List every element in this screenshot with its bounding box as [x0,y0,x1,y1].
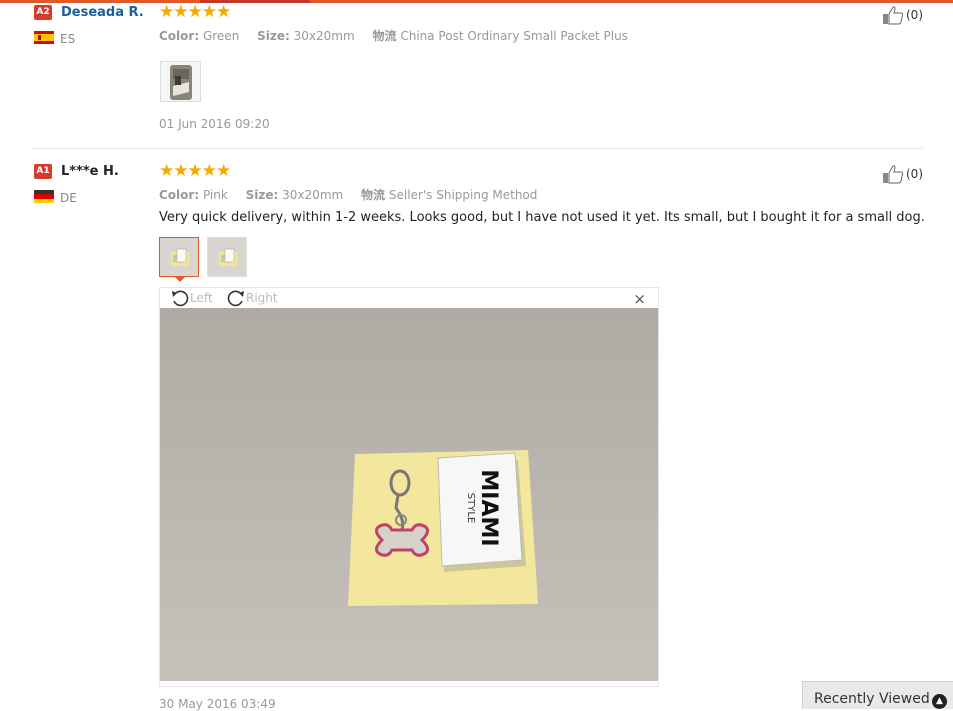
shipping-label: 物流 [361,188,386,202]
shipping-label: 物流 [372,29,397,43]
helpful-vote[interactable]: (0) [882,164,923,184]
close-viewer-button[interactable]: × [633,290,646,308]
product-photo: MIAMI STYLE [160,308,658,681]
top-accent-line [0,0,953,3]
size-label: Size: [245,188,279,202]
rank-badge: A2 [34,5,52,20]
germany-flag-icon [34,190,54,203]
recently-viewed-tab[interactable]: Recently Viewed ▲ [802,681,953,709]
rotate-right-icon [227,290,244,307]
thumbs-up-icon[interactable] [882,164,904,184]
thumbs-up-icon[interactable] [882,5,904,25]
star-rating: ★★★★★ [159,2,231,22]
shipping-value: China Post Ordinary Small Packet Plus [400,29,628,43]
photo-thumbnail-image [208,238,246,276]
photo-thumbnail-image [160,238,198,276]
chevron-up-icon[interactable]: ▲ [932,694,947,709]
rank-badge: A1 [34,164,52,179]
selected-thumb-indicator [175,277,185,282]
photo-box-subtext: STYLE [465,493,476,523]
review-attributes: Color: Pink Size: 30x20mm 物流 Seller's Sh… [159,186,537,203]
helpful-vote[interactable]: (0) [882,5,923,25]
shipping-value: Seller's Shipping Method [388,188,538,202]
helpful-count: (0) [906,8,923,22]
review-date: 01 Jun 2016 09:20 [159,117,270,131]
photo-viewer-toolbar: Left Right × [160,288,658,308]
reviewer-name[interactable]: L***e H. [61,164,119,179]
star-rating: ★★★★★ [159,161,231,181]
review-divider [33,148,923,149]
color-label: Color: [159,188,200,202]
review-photo-thumb[interactable] [160,61,201,102]
review-text: Very quick delivery, within 1-2 weeks. L… [159,210,925,225]
photo-viewer: Left Right × MIAMI STYLE [159,287,659,687]
helpful-count: (0) [906,167,923,181]
recently-viewed-label: Recently Viewed [814,691,930,707]
size-value: 30x20mm [293,29,355,43]
review-photo-thumb-2[interactable] [207,237,247,277]
photo-box-text: MIAMI [476,469,501,546]
size-value: 30x20mm [282,188,344,202]
review-photo-large: MIAMI STYLE [160,308,658,681]
reviewer-country: ES [60,32,76,46]
reviewer-name[interactable]: Deseada R. [61,5,144,20]
review-attributes: Color: Green Size: 30x20mm 物流 China Post… [159,27,628,44]
color-label: Color: [159,29,200,43]
photo-thumbnail-image [161,62,200,101]
spain-flag-icon [34,31,54,44]
rotate-right-button[interactable]: Right [226,289,278,307]
color-value: Pink [202,188,228,202]
rotate-left-icon [172,290,189,307]
color-value: Green [202,29,240,43]
rotate-left-button[interactable]: Left [170,289,213,307]
reviewer-country: DE [60,191,77,205]
review-photo-thumb-1[interactable] [159,237,199,277]
size-label: Size: [257,29,290,43]
